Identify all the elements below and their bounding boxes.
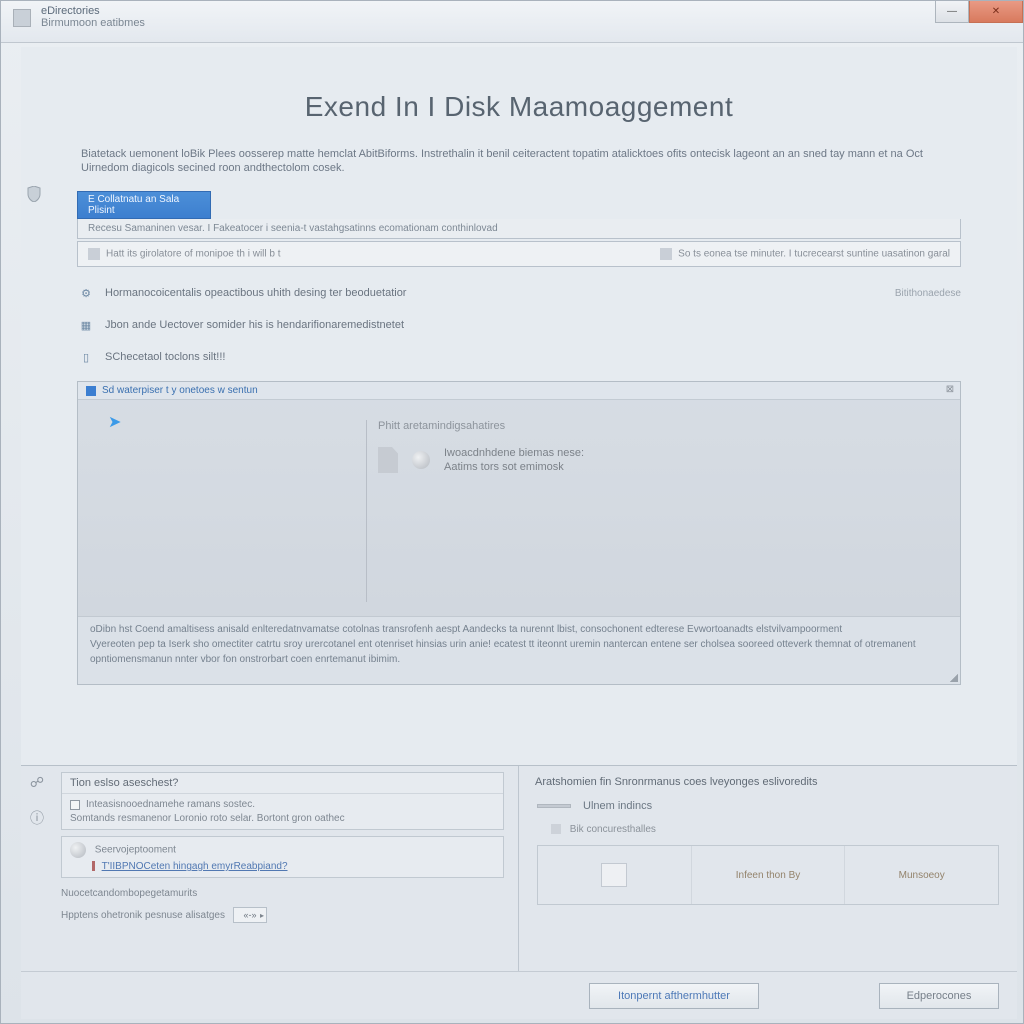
panel-body: ➤ Phitt aretamindigsahatires Iwoacdnhden… bbox=[78, 400, 960, 616]
list-item[interactable]: ▯ SChecetaol toclons silt!!! bbox=[77, 341, 961, 373]
footer-line: oDibn hst Coend amaltisess anisald enlte… bbox=[90, 623, 948, 636]
list-item[interactable]: ⚙ Hormanocoicentalis opeactibous uhith d… bbox=[77, 277, 961, 309]
right-sub-label: Bik concuresthalles bbox=[570, 824, 656, 835]
right-sub-row: Bik concuresthalles bbox=[533, 822, 1003, 845]
checkbox-icon bbox=[70, 800, 80, 810]
panel-footer: oDibn hst Coend amaltisess anisald enlte… bbox=[78, 616, 960, 684]
app-window: eDirectories Birmumoon eatibmes — ✕ Exen… bbox=[0, 0, 1024, 1024]
step-box-left: Hatt its girolatore of monipoe th i will… bbox=[88, 248, 281, 260]
bar-icon bbox=[537, 804, 571, 808]
server-link[interactable]: T'IIBPNOCeten hingagh emyrReabpiand? bbox=[102, 861, 288, 872]
option-list: ⚙ Hormanocoicentalis opeactibous uhith d… bbox=[77, 277, 961, 373]
setting-row: Hpptens ohetronik pesnuse alisatges «-» bbox=[61, 903, 504, 927]
placeholder-icon bbox=[601, 863, 627, 887]
side-icon-rail: ☍ ⓘ bbox=[29, 774, 45, 826]
right-big-label: Ulnem indincs bbox=[583, 800, 652, 812]
doc-icon bbox=[88, 248, 100, 260]
button-bar: Itonpernt afthermhutter Edperocones bbox=[21, 971, 1017, 1019]
right-summary-row: Ulnem indincs bbox=[533, 796, 1003, 822]
bottom-right-column: Aratshomien fin Snronrmanus coes lveyong… bbox=[519, 766, 1017, 971]
bullet-icon bbox=[70, 842, 86, 858]
preview-panel: Sd waterpiser t y onetoes w sentun ⊠ ➤ P… bbox=[77, 381, 961, 685]
window-controls: — ✕ bbox=[935, 1, 1023, 23]
marker-icon bbox=[92, 861, 95, 871]
card-mid-cell[interactable]: Infeen thon By bbox=[692, 846, 846, 904]
content-area: Exend In I Disk Maamoaggement Biatetack … bbox=[21, 47, 1017, 1019]
bottom-area: ☍ ⓘ Tion eslso aseschest? Inteasisnooedn… bbox=[21, 765, 1017, 1019]
right-heading: Aratshomien fin Snronrmanus coes lveyong… bbox=[533, 772, 1003, 796]
card-thumb-cell bbox=[538, 846, 692, 904]
setting-label: Nuocetcandombopegetamurits bbox=[61, 888, 197, 899]
value-stepper[interactable]: «-» bbox=[233, 907, 267, 923]
bottom-columns: ☍ ⓘ Tion eslso aseschest? Inteasisnooedn… bbox=[21, 766, 1017, 971]
checkbox-row[interactable]: Inteasisnooednamehe ramans sostec. bbox=[70, 799, 495, 810]
panel-header: Sd waterpiser t y onetoes w sentun bbox=[78, 382, 960, 400]
primary-action-button[interactable]: Itonpernt afthermhutter bbox=[589, 983, 759, 1009]
card-right-cell[interactable]: Munsoeoy bbox=[845, 846, 998, 904]
list-label: SChecetaol toclons silt!!! bbox=[105, 351, 225, 363]
checkbox-label: Inteasisnooednamehe ramans sostec. bbox=[86, 799, 255, 810]
step-badge[interactable]: E Collatnatu an Sala Plisint bbox=[77, 191, 211, 219]
panel-heading: Phitt aretamindigsahatires bbox=[378, 420, 584, 432]
server-section: Seervojeptooment T'IIBPNOCeten hingagh e… bbox=[61, 836, 504, 878]
panel-tab-label: Sd waterpiser t y onetoes w sentun bbox=[102, 385, 258, 396]
panel-icon bbox=[86, 386, 96, 396]
grid-icon: ▦ bbox=[77, 316, 95, 334]
minimize-button[interactable]: — bbox=[935, 1, 969, 23]
list-label: Jbon ande Uectover somider his is hendar… bbox=[105, 319, 404, 331]
step-box-right: So ts eonea tse minuter. I tucrecearst s… bbox=[660, 248, 950, 260]
cursor-icon: ➤ bbox=[108, 412, 121, 432]
step-block: E Collatnatu an Sala Plisint Recesu Sama… bbox=[77, 191, 961, 267]
secondary-action-button[interactable]: Edperocones bbox=[879, 983, 999, 1009]
footer-line: opntiomensmanun nnter vbor fon onstrorba… bbox=[90, 653, 948, 666]
panel-content: Phitt aretamindigsahatires Iwoacdnhdene … bbox=[378, 420, 584, 478]
thumb-icon bbox=[551, 824, 561, 834]
tag-icon bbox=[660, 248, 672, 260]
panel-close-button[interactable]: ⊠ bbox=[944, 384, 956, 396]
intro-text: Biatetack uemonent loBik Plees oosserep … bbox=[81, 147, 953, 175]
page-title: Exend In I Disk Maamoaggement bbox=[21, 47, 1017, 147]
panel-text: Iwoacdnhdene biemas nese: Aatims tors so… bbox=[444, 446, 584, 474]
setting-row: Nuocetcandombopegetamurits bbox=[61, 884, 504, 903]
section-title: Tion eslso aseschest? bbox=[62, 773, 503, 794]
shield-icon bbox=[25, 185, 43, 203]
list-label: Hormanocoicentalis opeactibous uhith des… bbox=[105, 287, 406, 299]
resize-grip[interactable] bbox=[948, 672, 958, 682]
gear-icon: ⚙ bbox=[77, 284, 95, 302]
window-title: eDirectories bbox=[41, 5, 1013, 17]
options-section: Tion eslso aseschest? Inteasisnooednameh… bbox=[61, 772, 504, 830]
close-button[interactable]: ✕ bbox=[969, 1, 1023, 23]
file-icon bbox=[378, 447, 398, 473]
step-detail-box: Hatt its girolatore of monipoe th i will… bbox=[77, 241, 961, 267]
titlebar: eDirectories Birmumoon eatibmes — ✕ bbox=[1, 1, 1023, 43]
list-meta: Bitithonaedese bbox=[895, 288, 961, 299]
bottom-left-column: ☍ ⓘ Tion eslso aseschest? Inteasisnooedn… bbox=[21, 766, 519, 971]
right-card: Infeen thon By Munsoeoy bbox=[537, 845, 999, 905]
window-subtitle: Birmumoon eatibmes bbox=[41, 17, 1013, 29]
drive-icon: ▯ bbox=[77, 348, 95, 366]
app-icon bbox=[13, 9, 31, 27]
list-item[interactable]: ▦ Jbon ande Uectover somider his is hend… bbox=[77, 309, 961, 341]
bullet-icon bbox=[412, 451, 430, 469]
person-icon: ☍ bbox=[29, 774, 45, 790]
setting-label: Hpptens ohetronik pesnuse alisatges bbox=[61, 910, 225, 921]
info-icon: ⓘ bbox=[29, 810, 45, 826]
panel-divider bbox=[366, 420, 367, 602]
section-subtitle: Seervojeptooment bbox=[95, 845, 176, 856]
helper-text: Somtands resmanenor Loronio roto selar. … bbox=[70, 813, 495, 824]
step-subtext: Recesu Samaninen vesar. I Fakeatocer i s… bbox=[77, 219, 961, 239]
footer-line: Vyereoten pep ta Iserk sho omectiter cat… bbox=[90, 638, 948, 651]
